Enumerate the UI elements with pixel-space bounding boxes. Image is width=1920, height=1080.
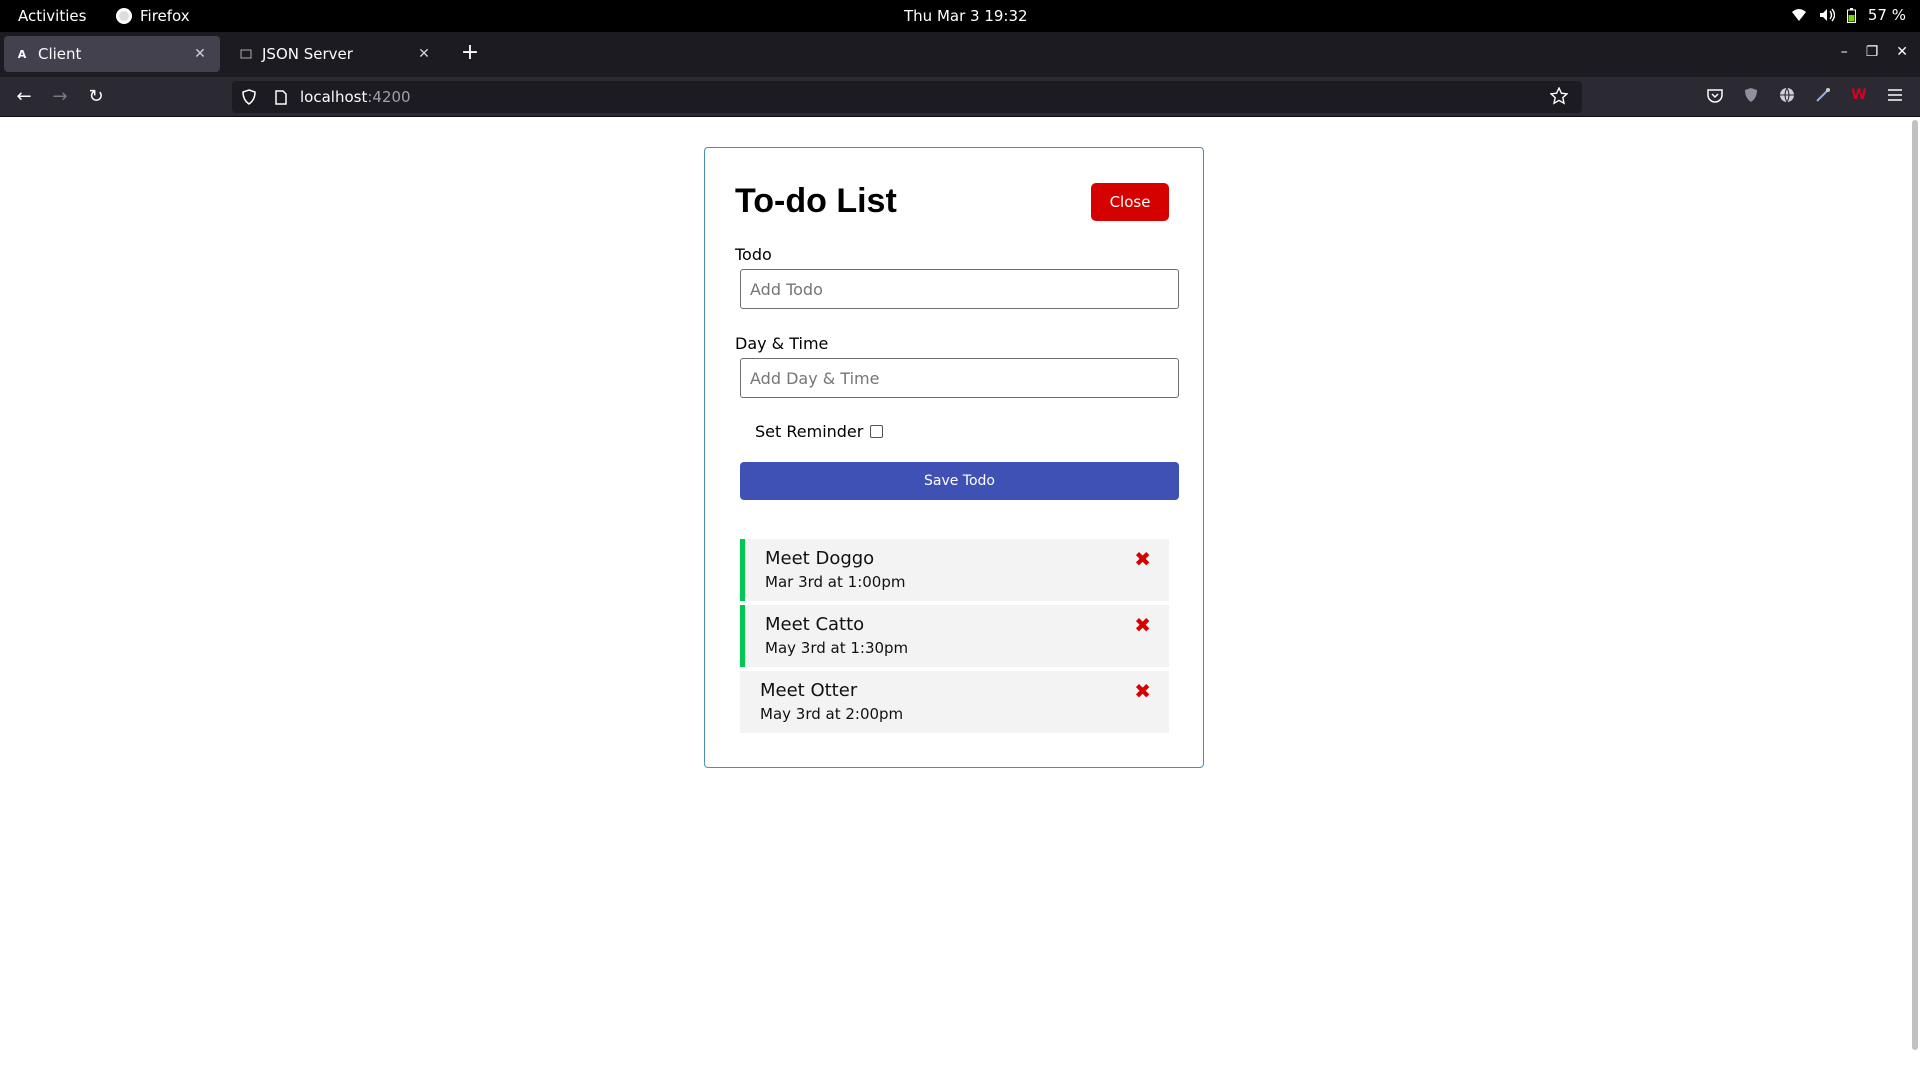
todo-date: May 3rd at 2:00pm bbox=[760, 705, 904, 723]
battery-icon bbox=[1846, 7, 1856, 23]
globe-icon[interactable] bbox=[1778, 86, 1796, 104]
todo-title: Meet Catto bbox=[765, 614, 865, 635]
tab-client[interactable]: A Client ✕ bbox=[4, 36, 220, 72]
back-icon[interactable]: ← bbox=[12, 85, 36, 109]
volume-icon bbox=[1819, 8, 1835, 22]
reload-icon[interactable]: ↻ bbox=[84, 85, 108, 109]
delete-icon[interactable]: ✖ bbox=[1134, 679, 1151, 703]
todo-item[interactable]: Meet Doggo Mar 3rd at 1:00pm ✖ bbox=[740, 539, 1169, 601]
todo-item[interactable]: Meet Otter May 3rd at 2:00pm ✖ bbox=[740, 671, 1169, 733]
todo-item[interactable]: Meet Catto May 3rd at 1:30pm ✖ bbox=[740, 605, 1169, 667]
window-close-icon[interactable]: ✕ bbox=[1896, 44, 1908, 60]
todo-title: Meet Doggo bbox=[765, 548, 875, 569]
tab-close-icon[interactable]: ✕ bbox=[190, 46, 210, 62]
tracking-shield-icon[interactable] bbox=[240, 89, 258, 105]
todo-title: Meet Otter bbox=[760, 680, 858, 701]
toolbar-icons: W bbox=[1706, 86, 1904, 104]
window-controls: – ❐ ✕ bbox=[1841, 44, 1908, 60]
color-picker-icon[interactable] bbox=[1814, 86, 1832, 104]
bookmark-star-icon[interactable] bbox=[1549, 86, 1569, 109]
url-bar[interactable]: localhost:4200 bbox=[232, 81, 1582, 113]
todo-label: Todo bbox=[735, 245, 772, 264]
todo-input[interactable] bbox=[740, 269, 1179, 309]
clock[interactable]: Thu Mar 3 19:32 bbox=[904, 7, 1028, 25]
url-port: :4200 bbox=[367, 88, 411, 106]
delete-icon[interactable]: ✖ bbox=[1134, 613, 1151, 637]
activities-button[interactable]: Activities bbox=[18, 7, 86, 25]
tab-title: JSON Server bbox=[262, 45, 353, 63]
battery-percent: 57 % bbox=[1867, 6, 1906, 24]
day-time-input[interactable] bbox=[740, 358, 1179, 398]
day-time-label: Day & Time bbox=[735, 334, 829, 353]
firefox-icon bbox=[116, 8, 132, 24]
system-tray[interactable]: 57 % bbox=[1791, 6, 1906, 24]
extension-w-icon[interactable]: W bbox=[1850, 86, 1868, 104]
tab-strip: A Client ✕ JSON Server ✕ + – ❐ ✕ bbox=[0, 32, 1920, 77]
todo-card: To-do List Close Todo Day & Time Set Rem… bbox=[704, 147, 1204, 768]
tab-json-server[interactable]: JSON Server ✕ bbox=[228, 36, 444, 72]
page-favicon-icon bbox=[238, 46, 254, 62]
todo-date: May 3rd at 1:30pm bbox=[765, 639, 909, 657]
save-todo-button[interactable]: Save Todo bbox=[740, 462, 1179, 500]
tab-close-icon[interactable]: ✕ bbox=[414, 46, 434, 62]
set-reminder-label: Set Reminder bbox=[755, 422, 864, 441]
app-menu[interactable]: Firefox bbox=[116, 7, 190, 25]
restore-icon[interactable]: ❐ bbox=[1866, 44, 1879, 60]
todo-date: Mar 3rd at 1:00pm bbox=[765, 573, 906, 591]
page-scrollbar[interactable] bbox=[1912, 120, 1918, 1050]
page-info-icon[interactable] bbox=[272, 89, 290, 105]
navigation-toolbar: ← → ↻ localhost:4200 W bbox=[0, 77, 1920, 117]
pocket-icon[interactable] bbox=[1706, 86, 1724, 104]
page-title: To-do List bbox=[735, 182, 897, 220]
extension-shield-icon[interactable] bbox=[1742, 86, 1760, 104]
url-text: localhost:4200 bbox=[300, 88, 411, 106]
set-reminder-checkbox[interactable] bbox=[870, 425, 883, 438]
delete-icon[interactable]: ✖ bbox=[1134, 547, 1151, 571]
tab-title: Client bbox=[38, 45, 82, 63]
minimize-icon[interactable]: – bbox=[1841, 44, 1848, 60]
app-name: Firefox bbox=[140, 7, 190, 25]
forward-icon[interactable]: → bbox=[48, 85, 72, 109]
system-top-bar: Activities Firefox Thu Mar 3 19:32 57 % bbox=[0, 0, 1920, 32]
url-host: localhost bbox=[300, 88, 368, 106]
close-button[interactable]: Close bbox=[1091, 183, 1169, 221]
angular-favicon-icon: A bbox=[17, 47, 27, 61]
menu-icon[interactable] bbox=[1886, 86, 1904, 104]
wifi-icon bbox=[1791, 9, 1806, 21]
new-tab-button[interactable]: + bbox=[456, 40, 484, 68]
